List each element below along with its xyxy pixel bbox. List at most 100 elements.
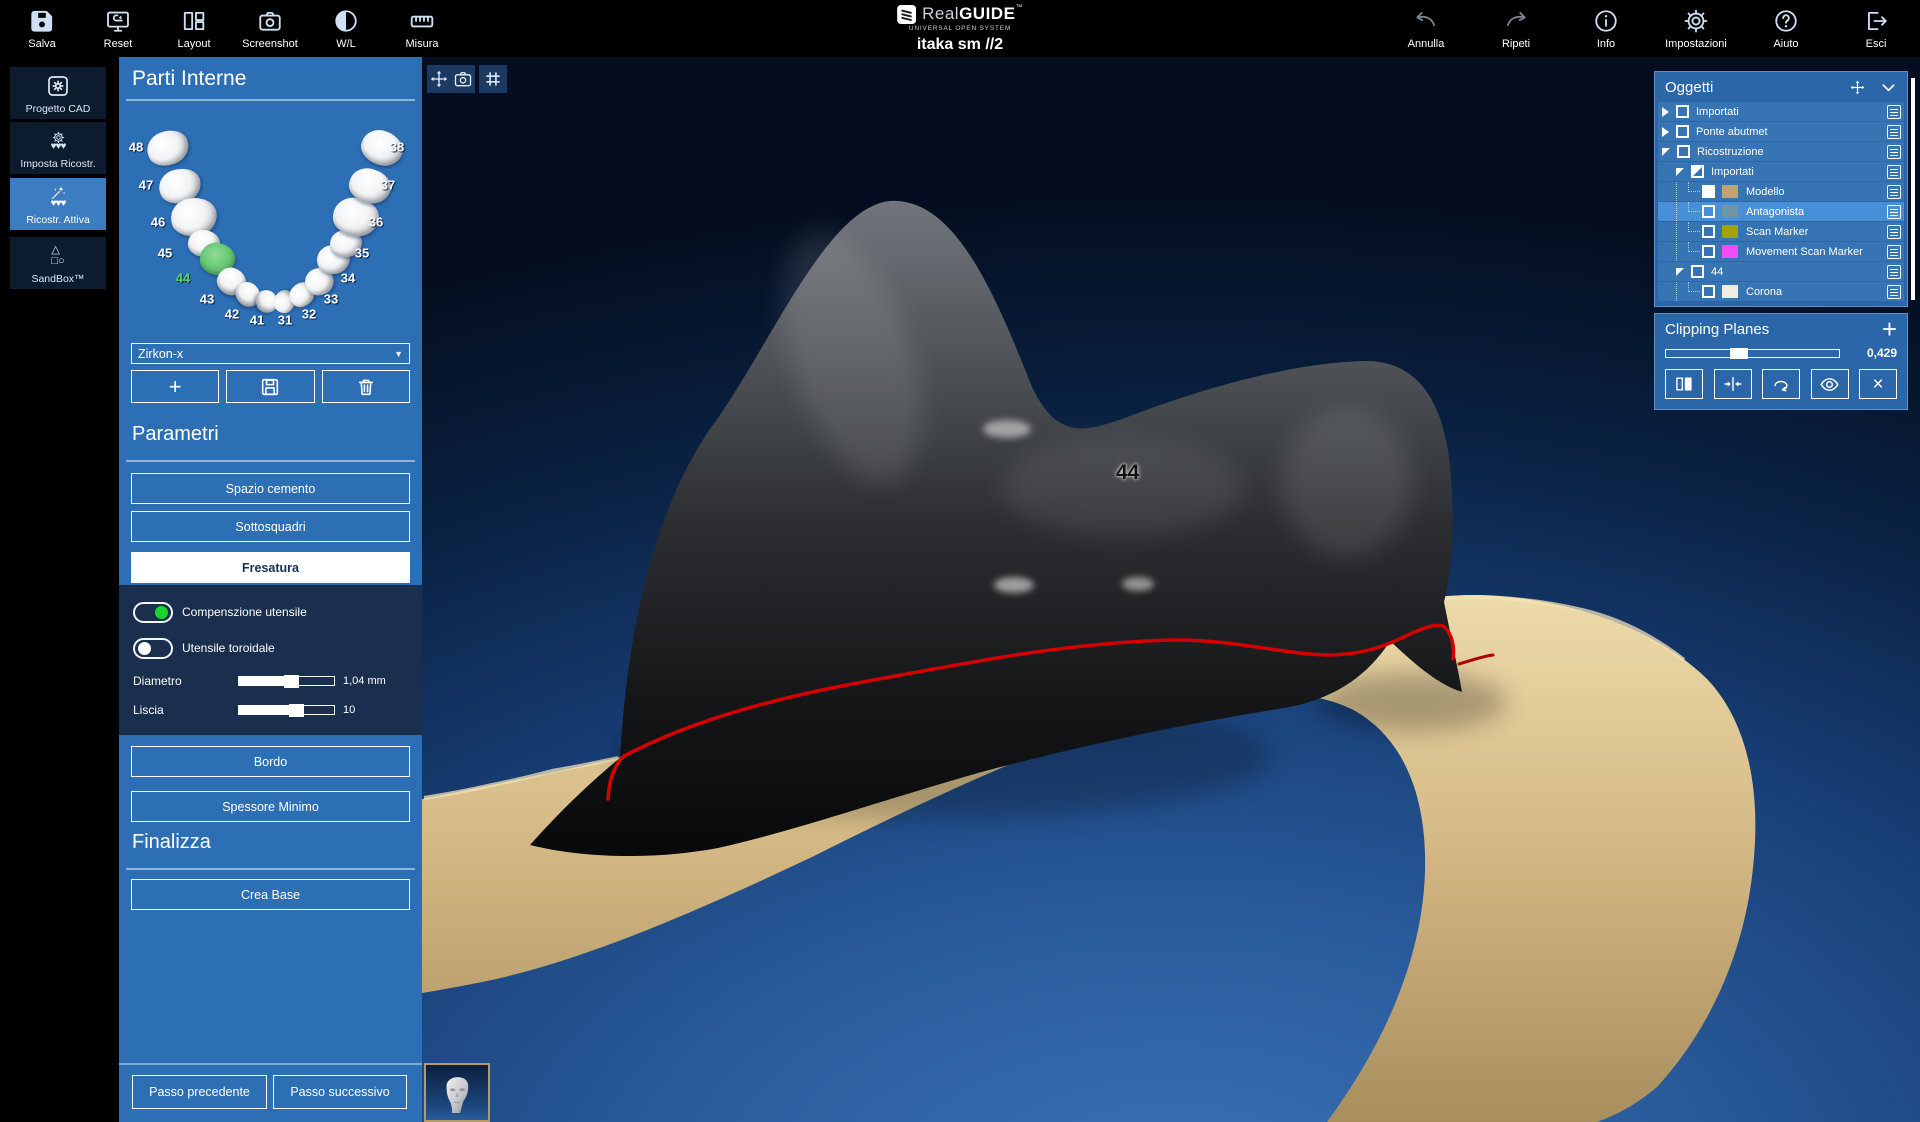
toolbar-reset-button[interactable]: Reset bbox=[84, 0, 152, 57]
collapse-panel-icon[interactable] bbox=[1880, 79, 1897, 96]
tree-row-movement-scan-marker[interactable]: Movement Scan Marker bbox=[1658, 242, 1904, 261]
visibility-checkbox-empty[interactable] bbox=[1702, 225, 1715, 238]
tree-row-importati[interactable]: Importati bbox=[1658, 102, 1904, 121]
collapse-arrow-icon[interactable] bbox=[1676, 268, 1684, 276]
row-menu-icon[interactable] bbox=[1887, 165, 1901, 179]
slider-thumb[interactable] bbox=[284, 675, 299, 688]
param-fresatura-button[interactable]: Fresatura bbox=[131, 552, 410, 583]
color-swatch[interactable] bbox=[1722, 225, 1738, 238]
gear-icon bbox=[1683, 7, 1709, 35]
expand-arrow-icon[interactable] bbox=[1662, 127, 1669, 137]
toolbar-salva-button[interactable]: Salva bbox=[8, 0, 76, 57]
toggle-off[interactable] bbox=[133, 638, 173, 659]
rotate-plane-button[interactable] bbox=[1762, 369, 1800, 399]
row-menu-icon[interactable] bbox=[1887, 205, 1901, 219]
pan-icon[interactable] bbox=[429, 69, 449, 89]
visibility-checkbox-empty[interactable] bbox=[1702, 205, 1715, 218]
tooth-number: 41 bbox=[250, 313, 264, 328]
collapse-center-button[interactable] bbox=[1714, 369, 1752, 399]
row-menu-icon[interactable] bbox=[1887, 185, 1901, 199]
tree-row-antagonista[interactable]: Antagonista bbox=[1658, 202, 1904, 221]
slider-thumb[interactable] bbox=[289, 704, 304, 717]
grid-toggle[interactable] bbox=[479, 65, 507, 93]
final-crea-base-button[interactable]: Crea Base bbox=[131, 879, 410, 910]
tree-row-corona[interactable]: Corona bbox=[1658, 282, 1904, 301]
collapse-planes-icon bbox=[1723, 374, 1743, 394]
row-menu-icon[interactable] bbox=[1887, 285, 1901, 299]
close-clipping-button[interactable]: × bbox=[1859, 369, 1897, 399]
param-sottosquadri-button[interactable]: Sottosquadri bbox=[131, 511, 410, 542]
tree-row-ponte-abutmet[interactable]: Ponte abutmet bbox=[1658, 122, 1904, 141]
camera-icon[interactable] bbox=[453, 69, 473, 89]
toolbar-layout-button[interactable]: Layout bbox=[160, 0, 228, 57]
toolbar-wl-button[interactable]: W/L bbox=[312, 0, 380, 57]
add-button[interactable]: + bbox=[131, 370, 219, 403]
split-view-button[interactable] bbox=[1665, 369, 1703, 399]
tree-row-modello[interactable]: Modello bbox=[1658, 182, 1904, 201]
toolbar-esci-button[interactable]: Esci bbox=[1842, 0, 1910, 57]
orientation-face-widget[interactable] bbox=[424, 1063, 490, 1122]
visibility-checkbox-filled[interactable] bbox=[1702, 185, 1715, 198]
row-menu-icon[interactable] bbox=[1887, 245, 1901, 259]
toolbar-misura-button[interactable]: Misura bbox=[388, 0, 456, 57]
sidebar-item-ricostr-attiva[interactable]: ♥♥♥Ricostr. Attiva bbox=[10, 178, 106, 230]
next-step-button[interactable]: Passo successivo bbox=[273, 1075, 407, 1109]
color-swatch[interactable] bbox=[1722, 185, 1738, 198]
row-menu-icon[interactable] bbox=[1887, 265, 1901, 279]
toggle-visibility-button[interactable] bbox=[1811, 369, 1849, 399]
tooth-number: 36 bbox=[369, 215, 383, 230]
clipping-slider[interactable] bbox=[1665, 349, 1840, 358]
visibility-checkbox-empty[interactable] bbox=[1676, 105, 1689, 118]
collapse-arrow-icon[interactable] bbox=[1662, 148, 1670, 156]
row-menu-icon[interactable] bbox=[1887, 225, 1901, 239]
row-menu-icon[interactable] bbox=[1887, 145, 1901, 159]
visibility-checkbox-empty[interactable] bbox=[1676, 125, 1689, 138]
color-swatch[interactable] bbox=[1722, 205, 1738, 218]
visibility-checkbox-empty[interactable] bbox=[1691, 265, 1704, 278]
param-bordo-button[interactable]: Bordo bbox=[131, 746, 410, 777]
sidebar-item-progetto-cad[interactable]: Progetto CAD bbox=[10, 67, 106, 119]
viewport-toolbar bbox=[427, 65, 475, 93]
color-swatch[interactable] bbox=[1722, 245, 1738, 258]
toolbar-ripeti-button[interactable]: Ripeti bbox=[1482, 0, 1550, 57]
toolbar-info-button[interactable]: Info bbox=[1572, 0, 1640, 57]
tooth-48[interactable] bbox=[142, 125, 193, 171]
toolbar-aiuto-button[interactable]: Aiuto bbox=[1752, 0, 1820, 57]
toolbar-screenshot-button[interactable]: Screenshot bbox=[236, 0, 304, 57]
liscia-slider[interactable] bbox=[238, 705, 335, 715]
visibility-checkbox-empty[interactable] bbox=[1677, 145, 1690, 158]
visibility-checkbox-empty[interactable] bbox=[1702, 285, 1715, 298]
save-material-button[interactable] bbox=[226, 370, 314, 403]
toolbar-impostazioni-button[interactable]: Impostazioni bbox=[1662, 0, 1730, 57]
param-spessore-minimo-button[interactable]: Spessore Minimo bbox=[131, 791, 410, 822]
sidebar-item-imposta-ricostr[interactable]: ♥♥♥Imposta Ricostr. bbox=[10, 122, 106, 174]
tree-row-importati[interactable]: Importati bbox=[1658, 162, 1904, 181]
previous-step-button[interactable]: Passo precedente bbox=[132, 1075, 267, 1109]
expand-arrow-icon[interactable] bbox=[1662, 107, 1669, 117]
add-clipping-plane-button[interactable]: + bbox=[1882, 319, 1897, 339]
redo-icon bbox=[1503, 7, 1529, 35]
row-menu-icon[interactable] bbox=[1887, 125, 1901, 139]
tree-row-ricostruzione[interactable]: Ricostruzione bbox=[1658, 142, 1904, 161]
row-menu-icon[interactable] bbox=[1887, 105, 1901, 119]
diametro-slider[interactable] bbox=[238, 676, 335, 686]
active-reconstruction-icon: ♥♥♥ bbox=[50, 182, 66, 212]
param-spazio-cemento-button[interactable]: Spazio cemento bbox=[131, 473, 410, 504]
toggle-on[interactable] bbox=[133, 602, 173, 623]
move-panel-icon[interactable] bbox=[1849, 79, 1866, 96]
delete-material-button[interactable] bbox=[322, 370, 410, 403]
tree-row-44[interactable]: 44 bbox=[1658, 262, 1904, 281]
tree-row-scan-marker[interactable]: Scan Marker bbox=[1658, 222, 1904, 241]
tooth-number: 48 bbox=[129, 140, 143, 155]
grid-icon bbox=[483, 69, 503, 89]
visibility-checkbox-empty[interactable] bbox=[1702, 245, 1715, 258]
visibility-checkbox-half[interactable] bbox=[1691, 165, 1704, 178]
color-swatch[interactable] bbox=[1722, 285, 1738, 298]
collapse-arrow-icon[interactable] bbox=[1676, 168, 1684, 176]
material-select[interactable]: Zirkon-x ▼ bbox=[131, 343, 410, 364]
sidebar-item-sandbox[interactable]: △□○SandBox™ bbox=[10, 237, 106, 289]
objects-scrollbar[interactable] bbox=[1911, 78, 1915, 300]
clipping-slider-thumb[interactable] bbox=[1730, 348, 1748, 359]
toolbar-annulla-button[interactable]: Annulla bbox=[1392, 0, 1460, 57]
clipping-planes-panel: Clipping Planes + 0,429 × bbox=[1654, 313, 1908, 410]
